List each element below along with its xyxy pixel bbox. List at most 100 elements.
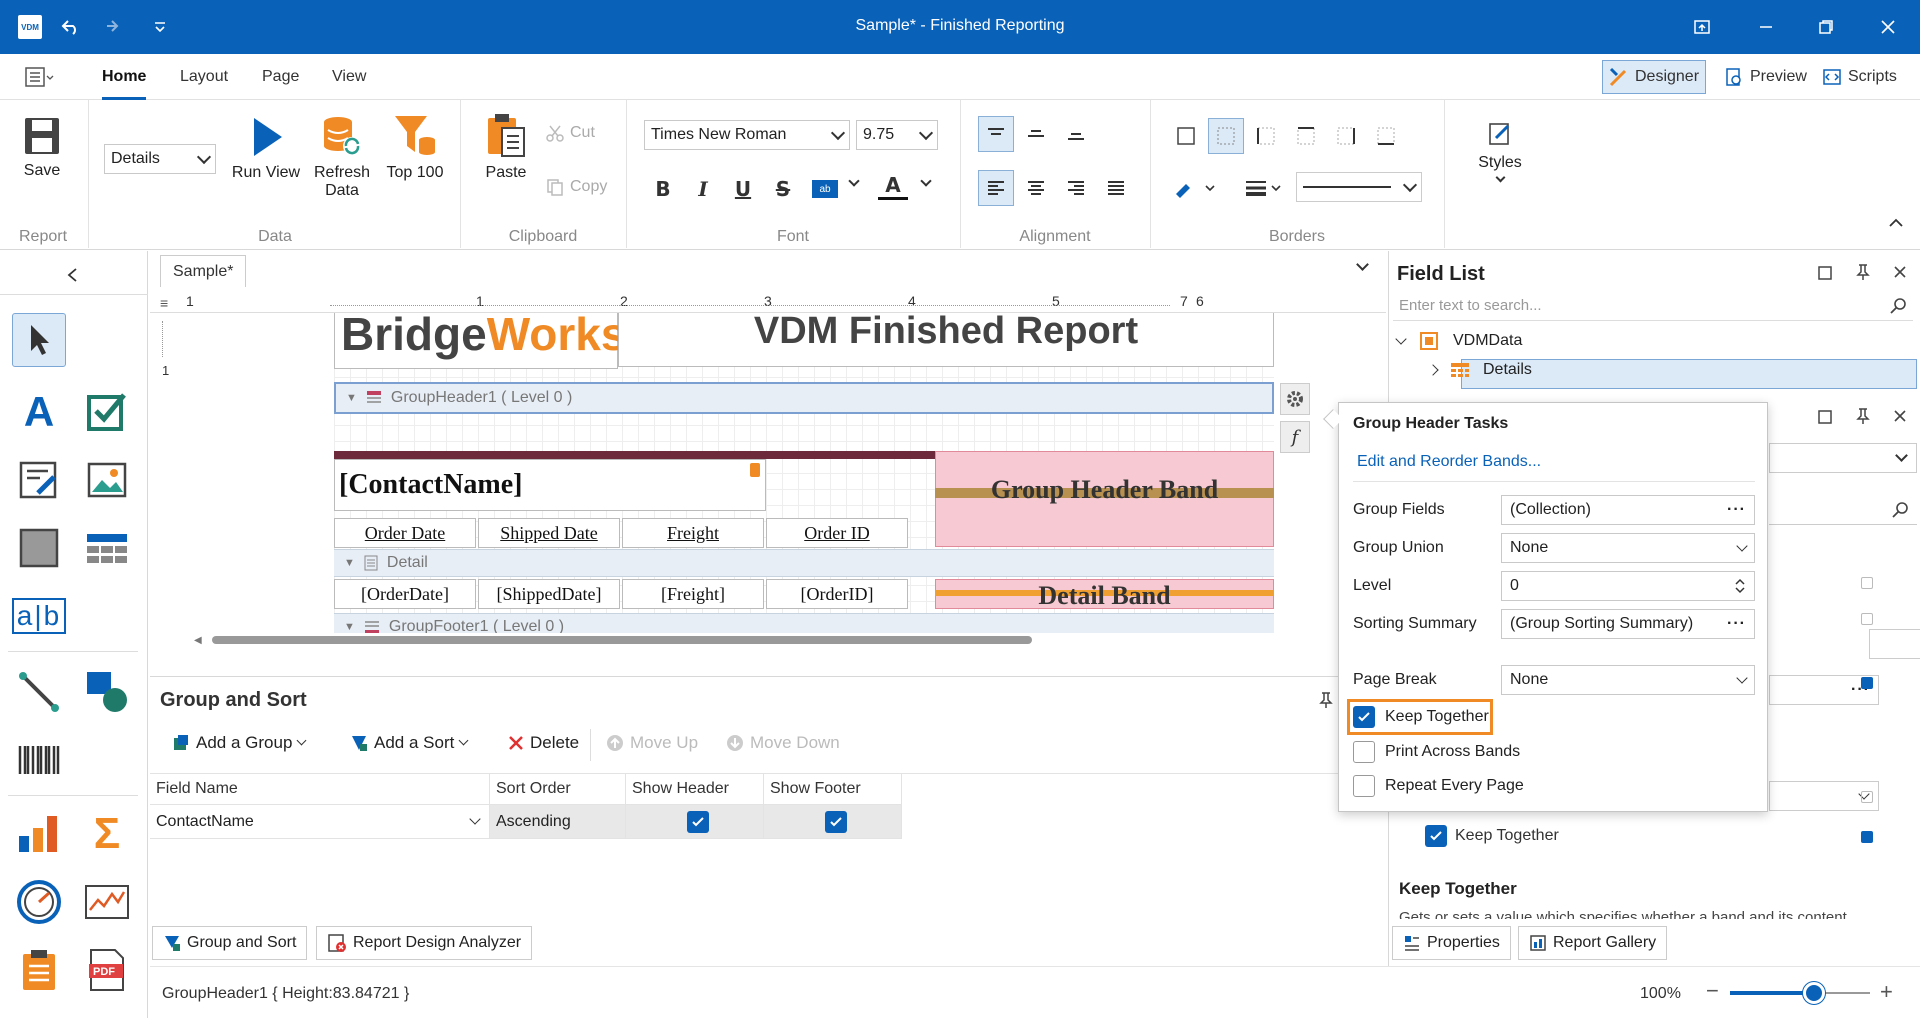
zoom-slider-thumb[interactable]: [1803, 982, 1825, 1004]
page-break-dropdown[interactable]: None: [1501, 665, 1755, 695]
font-size-dropdown[interactable]: 9.75: [856, 120, 938, 150]
order-id-field[interactable]: [OrderID]: [766, 579, 908, 609]
border-bottom-button[interactable]: [1368, 118, 1404, 154]
close-icon[interactable]: [1874, 14, 1902, 40]
shipped-date-field[interactable]: [ShippedDate]: [478, 579, 620, 609]
contact-name-field[interactable]: [ContactName]: [334, 459, 766, 511]
gauge-tool[interactable]: [12, 875, 66, 929]
paste-button[interactable]: Paste: [478, 112, 534, 182]
move-down-button[interactable]: Move Down: [726, 733, 840, 753]
sort-order-cell[interactable]: Ascending: [490, 805, 626, 839]
keep-together-property-checkbox[interactable]: [1425, 825, 1447, 847]
move-up-button[interactable]: Move Up: [606, 733, 698, 753]
tab-report-design-analyzer[interactable]: Report Design Analyzer: [316, 926, 533, 960]
group-union-dropdown[interactable]: None: [1501, 533, 1755, 563]
chevron-down-icon[interactable]: [848, 175, 860, 187]
border-color-icon[interactable]: [1174, 178, 1218, 198]
textbox-tool[interactable]: a|b: [11, 589, 67, 643]
underline-button[interactable]: U: [728, 174, 758, 204]
column-sort-order[interactable]: Sort Order: [490, 773, 626, 805]
show-footer-checkbox[interactable]: [824, 810, 847, 833]
chart-tool[interactable]: [12, 807, 66, 861]
data-source-dropdown[interactable]: Details: [104, 144, 216, 174]
richtext-tool[interactable]: [12, 453, 66, 507]
font-name-dropdown[interactable]: Times New Roman: [644, 120, 850, 150]
justify-button[interactable]: [1098, 170, 1134, 206]
maximize-icon[interactable]: [1812, 14, 1840, 40]
float-panel-icon[interactable]: [1817, 265, 1833, 281]
tab-report-gallery[interactable]: Report Gallery: [1518, 926, 1668, 960]
sorting-summary-field[interactable]: (Group Sorting Summary) ···: [1501, 609, 1755, 639]
pdf-tool[interactable]: PDF: [80, 943, 134, 997]
shape-tool[interactable]: [80, 665, 134, 719]
border-top-button[interactable]: [1288, 118, 1324, 154]
pointer-tool[interactable]: [12, 313, 66, 367]
strikethrough-button[interactable]: S: [768, 174, 798, 204]
align-top-button[interactable]: [978, 116, 1014, 152]
border-right-button[interactable]: [1328, 118, 1364, 154]
ruler-menu-icon[interactable]: ≡: [160, 295, 168, 311]
preview-button[interactable]: Preview: [1718, 60, 1813, 94]
pin-icon[interactable]: [1855, 263, 1871, 281]
group-header-band[interactable]: ▼ GroupHeader1 ( Level 0 ): [334, 382, 1274, 414]
run-view-button[interactable]: Run View: [230, 116, 302, 182]
property-search[interactable]: [1769, 495, 1917, 525]
label-tool[interactable]: A: [12, 385, 66, 439]
tree-item-details[interactable]: Details: [1427, 361, 1532, 379]
close-icon[interactable]: [1893, 265, 1907, 279]
tree-root[interactable]: VDMData: [1395, 331, 1522, 351]
tab-home[interactable]: Home: [102, 68, 147, 100]
bold-button[interactable]: B: [648, 174, 678, 204]
close-icon[interactable]: [1893, 409, 1907, 423]
summary-tool[interactable]: Σ: [80, 807, 134, 861]
delete-button[interactable]: Delete: [508, 733, 579, 753]
tab-properties[interactable]: Properties: [1392, 926, 1511, 960]
float-panel-icon[interactable]: [1817, 409, 1833, 425]
tab-layout[interactable]: Layout: [180, 68, 228, 86]
collapse-band-icon[interactable]: ▼: [346, 392, 357, 404]
order-date-header[interactable]: Order Date: [334, 518, 476, 548]
font-color-button[interactable]: A: [878, 172, 908, 200]
field-search[interactable]: Enter text to search...: [1393, 291, 1913, 321]
border-style-dropdown[interactable]: [1296, 172, 1422, 202]
add-sort-button[interactable]: Add a Sort: [350, 733, 469, 753]
ellipsis-icon[interactable]: ···: [1727, 501, 1746, 519]
horizontal-scrollbar[interactable]: ◀: [194, 633, 1254, 647]
column-show-header[interactable]: Show Header: [626, 773, 764, 805]
document-tab[interactable]: Sample*: [160, 255, 247, 287]
add-group-button[interactable]: Add a Group: [172, 733, 307, 753]
panel-tool[interactable]: [12, 521, 66, 575]
company-logo[interactable]: Bridge Works: [334, 313, 626, 369]
zoom-in-icon[interactable]: +: [1880, 979, 1893, 1005]
group-fields-field[interactable]: (Collection) ···: [1501, 495, 1755, 525]
collapse-ribbon-icon[interactable]: [1888, 218, 1904, 228]
keep-together-checkbox[interactable]: [1353, 706, 1375, 728]
ellipsis-icon[interactable]: ···: [1727, 615, 1746, 633]
group-footer-band[interactable]: ▼ GroupFooter1 ( Level 0 ): [334, 613, 1274, 633]
border-all-button[interactable]: [1168, 118, 1204, 154]
field-name-cell[interactable]: ContactName: [150, 805, 490, 839]
sparkline-tool[interactable]: [80, 875, 134, 929]
subreport-tool[interactable]: [12, 943, 66, 997]
tab-page[interactable]: Page: [262, 68, 299, 86]
order-id-header[interactable]: Order ID: [766, 518, 908, 548]
refresh-data-button[interactable]: Refresh Data: [312, 114, 372, 200]
shipped-date-header[interactable]: Shipped Date: [478, 518, 620, 548]
copy-button[interactable]: Copy: [546, 178, 607, 196]
italic-button[interactable]: I: [688, 174, 718, 204]
table-tool[interactable]: [80, 521, 134, 575]
tabs-dropdown-icon[interactable]: [1356, 258, 1369, 271]
picture-tool[interactable]: [80, 453, 134, 507]
smart-tag-gear-icon[interactable]: [1280, 383, 1310, 415]
barcode-tool[interactable]: [12, 733, 66, 787]
scripts-button[interactable]: Scripts: [1816, 60, 1903, 94]
designer-button[interactable]: Designer: [1602, 60, 1707, 94]
file-menu-icon[interactable]: [24, 66, 54, 88]
report-title[interactable]: VDM Finished Report: [618, 313, 1274, 367]
column-show-footer[interactable]: Show Footer: [764, 773, 902, 805]
save-button[interactable]: Save: [18, 116, 66, 180]
edit-reorder-bands-link[interactable]: Edit and Reorder Bands...: [1357, 453, 1541, 471]
property-field[interactable]: [1869, 629, 1920, 659]
border-left-button[interactable]: [1248, 118, 1284, 154]
restore-ribbon-icon[interactable]: [1688, 14, 1716, 40]
